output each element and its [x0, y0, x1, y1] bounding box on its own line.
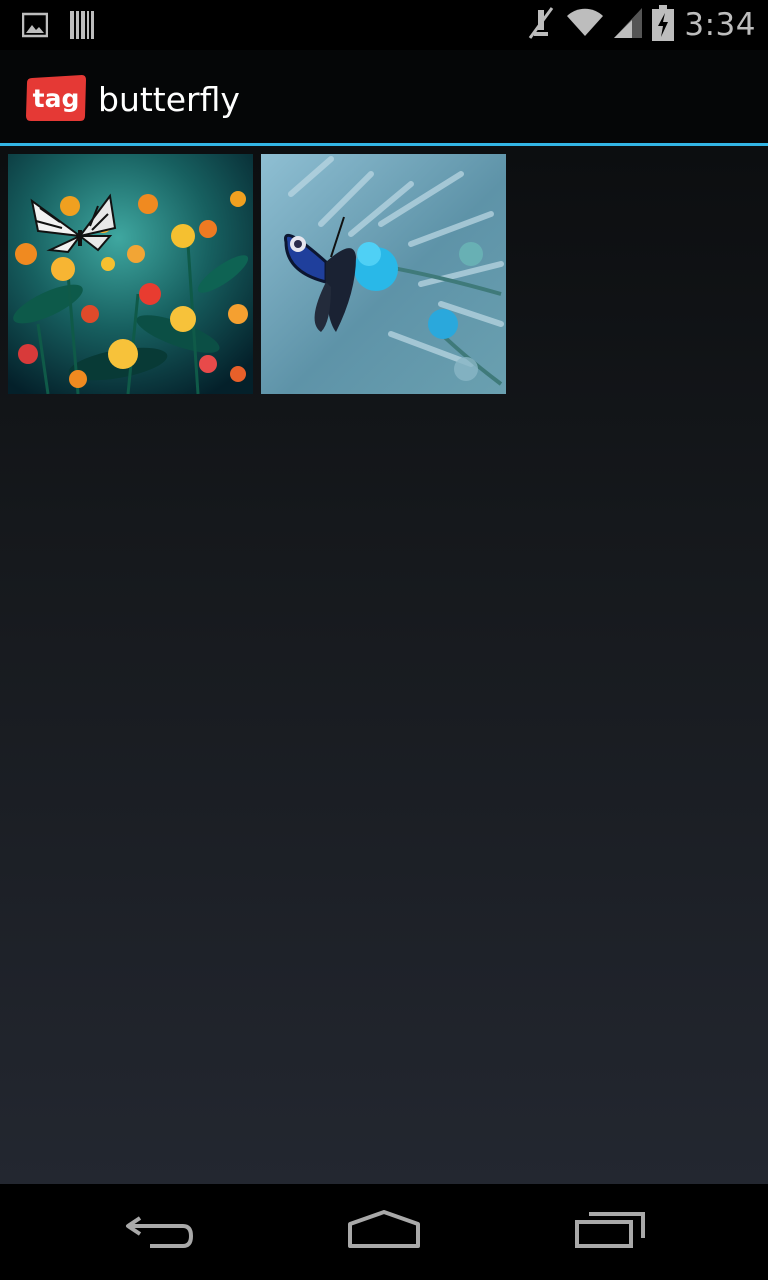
recents-icon	[574, 1210, 646, 1254]
navigation-bar	[0, 1184, 768, 1280]
battery-charging-icon	[652, 5, 675, 45]
wifi-icon	[566, 8, 604, 42]
gallery-item-1[interactable]	[8, 154, 253, 394]
page-title: butterfly	[98, 80, 240, 119]
system-icons: 3:34	[526, 4, 756, 46]
butterfly-on-flowers-photo	[8, 154, 253, 394]
gallery-notification-icon	[21, 12, 49, 42]
app-logo[interactable]: tag	[26, 74, 86, 122]
gallery-grid	[0, 146, 768, 1184]
peacock-butterfly-photo	[261, 154, 506, 394]
status-time: 3:34	[684, 7, 756, 43]
status-bar: 3:34	[0, 0, 768, 50]
barcode-notification-icon	[70, 10, 94, 44]
home-icon	[346, 1210, 422, 1254]
gallery-item-2[interactable]	[261, 154, 506, 394]
muted-icon	[526, 6, 556, 44]
cell-signal-icon	[614, 8, 643, 42]
screen: 3:34 tag butterfly	[0, 0, 768, 1280]
action-bar: tag butterfly	[0, 50, 768, 143]
logo-text: tag	[33, 84, 80, 113]
back-icon	[125, 1210, 195, 1254]
notification-icons	[21, 10, 94, 44]
back-button[interactable]	[100, 1206, 220, 1258]
home-button[interactable]	[324, 1206, 444, 1258]
recents-button[interactable]	[550, 1206, 670, 1258]
